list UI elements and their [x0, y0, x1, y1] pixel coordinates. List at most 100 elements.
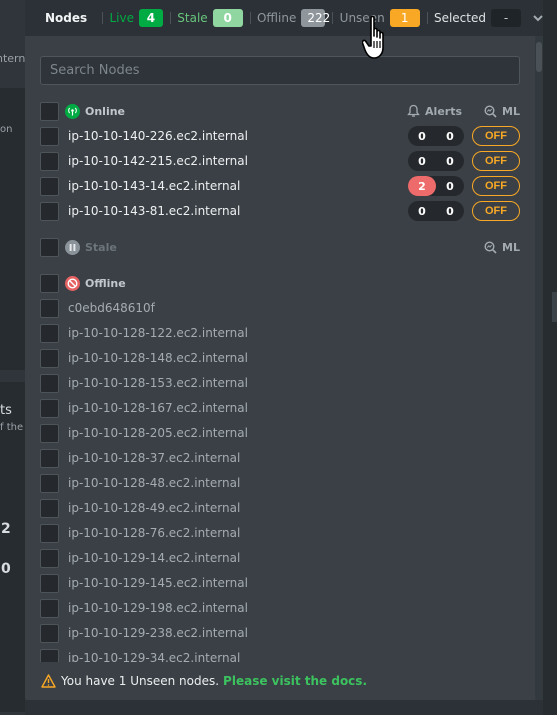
online-node-row[interactable]: ip-10-10-142-215.ec2.internal 00 OFF	[40, 151, 520, 171]
critical-alert-count[interactable]: 0	[408, 151, 436, 171]
node-name[interactable]: ip-10-10-128-49.ec2.internal	[68, 501, 240, 515]
node-checkbox[interactable]	[40, 598, 59, 618]
node-name[interactable]: ip-10-10-143-81.ec2.internal	[68, 204, 240, 218]
critical-alert-count[interactable]: 2	[408, 176, 436, 196]
offline-node-row[interactable]: ip-10-10-128-37.ec2.internal	[40, 448, 520, 468]
node-name[interactable]: ip-10-10-128-37.ec2.internal	[68, 451, 240, 465]
stale-label[interactable]: Stale	[177, 11, 207, 25]
scrollbar[interactable]	[535, 36, 543, 700]
stale-pause-icon	[65, 239, 80, 255]
nodes-filter-bar[interactable]: Nodes Live 4 Stale 0 Offline 222 Unseen …	[25, 0, 543, 36]
offline-node-row[interactable]: ip-10-10-128-76.ec2.internal	[40, 523, 520, 543]
warning-alert-count[interactable]: 0	[436, 155, 464, 168]
node-name[interactable]: ip-10-10-128-153.ec2.internal	[68, 376, 248, 390]
warning-alert-count[interactable]: 0	[436, 130, 464, 143]
unseen-count-badge[interactable]: 1	[389, 9, 420, 27]
node-checkbox[interactable]	[40, 498, 59, 518]
node-name[interactable]: ip-10-10-129-14.ec2.internal	[68, 551, 240, 565]
node-name[interactable]: ip-10-10-128-76.ec2.internal	[68, 526, 240, 540]
node-checkbox[interactable]	[40, 126, 59, 146]
node-name[interactable]: ip-10-10-129-198.ec2.internal	[68, 601, 248, 615]
node-checkbox[interactable]	[40, 523, 59, 543]
ml-toggle-button[interactable]: OFF	[472, 176, 520, 196]
node-checkbox[interactable]	[40, 298, 59, 318]
node-checkbox[interactable]	[40, 473, 59, 493]
ml-column-header: ML	[484, 241, 520, 254]
offline-label[interactable]: Offline	[257, 11, 296, 25]
node-checkbox[interactable]	[40, 348, 59, 368]
node-name[interactable]: ip-10-10-128-48.ec2.internal	[68, 476, 240, 490]
node-name[interactable]: ip-10-10-129-238.ec2.internal	[68, 626, 248, 640]
alert-counters[interactable]: 00	[408, 201, 464, 221]
offline-node-row[interactable]: ip-10-10-129-34.ec2.internal	[40, 648, 520, 662]
background-fragment: ntern	[0, 52, 26, 65]
offline-node-row[interactable]: ip-10-10-128-49.ec2.internal	[40, 498, 520, 518]
critical-alert-count[interactable]: 0	[408, 126, 436, 146]
online-node-row[interactable]: ip-10-10-140-226.ec2.internal 00 OFF	[40, 126, 520, 146]
node-name[interactable]: ip-10-10-129-145.ec2.internal	[68, 576, 248, 590]
offline-node-row[interactable]: c0ebd648610f	[40, 298, 520, 318]
alert-counters[interactable]: 00	[408, 126, 464, 146]
select-all-stale-checkbox[interactable]	[40, 237, 59, 257]
node-checkbox[interactable]	[40, 548, 59, 568]
live-label[interactable]: Live	[109, 11, 134, 25]
offline-node-row[interactable]: ip-10-10-129-145.ec2.internal	[40, 573, 520, 593]
node-checkbox[interactable]	[40, 573, 59, 593]
node-name[interactable]: ip-10-10-143-14.ec2.internal	[68, 179, 240, 193]
node-checkbox[interactable]	[40, 201, 59, 221]
select-all-online-checkbox[interactable]	[40, 101, 59, 121]
node-checkbox[interactable]	[40, 373, 59, 393]
search-nodes-input[interactable]	[40, 56, 520, 85]
offline-node-row[interactable]: ip-10-10-129-14.ec2.internal	[40, 548, 520, 568]
alerts-column-header: Alerts	[407, 104, 462, 118]
docs-link[interactable]: Please visit the docs.	[223, 674, 367, 688]
alerts-header-label: Alerts	[425, 104, 463, 118]
node-checkbox[interactable]	[40, 448, 59, 468]
node-checkbox[interactable]	[40, 398, 59, 418]
node-checkbox[interactable]	[40, 323, 59, 343]
offline-count-badge[interactable]: 222	[301, 9, 330, 27]
critical-alert-count[interactable]: 0	[408, 201, 436, 221]
node-checkbox[interactable]	[40, 423, 59, 443]
node-name[interactable]: c0ebd648610f	[68, 301, 155, 315]
offline-node-row[interactable]: ip-10-10-128-122.ec2.internal	[40, 323, 520, 343]
offline-node-row[interactable]: ip-10-10-128-205.ec2.internal	[40, 423, 520, 443]
stale-group-label: Stale	[65, 239, 117, 255]
background-fragment: 2	[1, 521, 11, 537]
node-name[interactable]: ip-10-10-128-167.ec2.internal	[68, 401, 248, 415]
online-node-row[interactable]: ip-10-10-143-81.ec2.internal 00 OFF	[40, 201, 520, 221]
offline-node-row[interactable]: ip-10-10-129-238.ec2.internal	[40, 623, 520, 643]
node-name[interactable]: ip-10-10-142-215.ec2.internal	[68, 154, 248, 168]
ml-toggle-button[interactable]: OFF	[472, 151, 520, 171]
ml-toggle-button[interactable]: OFF	[472, 201, 520, 221]
offline-node-row[interactable]: ip-10-10-128-167.ec2.internal	[40, 398, 520, 418]
warning-alert-count[interactable]: 0	[436, 180, 464, 193]
offline-node-row[interactable]: ip-10-10-128-148.ec2.internal	[40, 348, 520, 368]
offline-node-row[interactable]: ip-10-10-128-48.ec2.internal	[40, 473, 520, 493]
stale-count-badge[interactable]: 0	[212, 9, 243, 27]
offline-node-row[interactable]: ip-10-10-129-198.ec2.internal	[40, 598, 520, 618]
magnifier-chart-icon	[484, 240, 497, 254]
background-scroll-handle	[552, 292, 557, 322]
node-name[interactable]: ip-10-10-140-226.ec2.internal	[68, 129, 248, 143]
node-name[interactable]: ip-10-10-128-122.ec2.internal	[68, 326, 248, 340]
chevron-down-icon[interactable]	[533, 12, 543, 24]
node-name[interactable]: ip-10-10-129-34.ec2.internal	[68, 651, 240, 662]
node-checkbox[interactable]	[40, 176, 59, 196]
offline-node-row[interactable]: ip-10-10-128-153.ec2.internal	[40, 373, 520, 393]
node-name[interactable]: ip-10-10-128-205.ec2.internal	[68, 426, 248, 440]
alert-counters[interactable]: 00	[408, 151, 464, 171]
stale-column-headers: ML	[462, 237, 520, 257]
alert-counters[interactable]: 20	[408, 176, 464, 196]
ml-toggle-button[interactable]: OFF	[472, 126, 520, 146]
node-checkbox[interactable]	[40, 623, 59, 643]
offline-node-list[interactable]: c0ebd648610f ip-10-10-128-122.ec2.intern…	[25, 286, 535, 662]
online-node-row[interactable]: ip-10-10-143-14.ec2.internal 20 OFF	[40, 176, 520, 196]
node-checkbox[interactable]	[40, 648, 59, 662]
node-name[interactable]: ip-10-10-128-148.ec2.internal	[68, 351, 248, 365]
live-count-badge[interactable]: 4	[138, 9, 163, 27]
node-checkbox[interactable]	[40, 151, 59, 171]
scrollbar-thumb[interactable]	[536, 42, 542, 72]
notice-text: You have 1 Unseen nodes.	[61, 674, 220, 688]
warning-alert-count[interactable]: 0	[436, 205, 464, 218]
